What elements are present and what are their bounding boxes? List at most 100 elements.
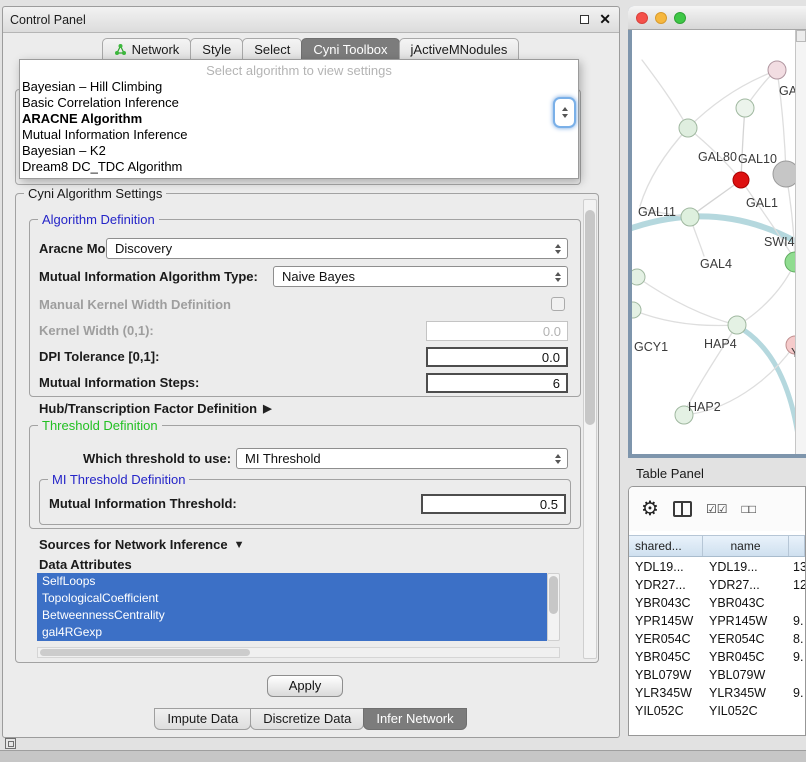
data-attributes-list: SelfLoopsTopologicalCoefficientBetweenne…: [37, 573, 547, 641]
data-attributes-label: Data Attributes: [39, 555, 132, 575]
collapsed-arrow-icon: ▶: [263, 402, 271, 415]
table-row[interactable]: YBR043CYBR043C: [629, 594, 805, 612]
algorithm-option[interactable]: Bayesian – K2: [20, 143, 578, 159]
network-icon: [114, 43, 127, 56]
attributes-scrollbar[interactable]: [547, 573, 560, 641]
mi-type-select[interactable]: Naive Bayes: [273, 266, 568, 287]
apply-button[interactable]: Apply: [267, 675, 343, 697]
network-scrollbar[interactable]: [795, 30, 806, 454]
settings-scrollbar-thumb[interactable]: [585, 210, 595, 425]
table-cell: YLR345W: [629, 686, 703, 700]
network-node[interactable]: [728, 316, 746, 334]
hub-section-toggle[interactable]: Hub/Transcription Factor Definition ▶: [39, 401, 272, 416]
table-cell: YDR27...: [703, 578, 789, 592]
network-canvas[interactable]: GALGAL80GAL10GAL11GAL1SWI4GAL4GCY1HAP4YH…: [632, 30, 795, 454]
table-cell: YDR27...: [629, 578, 703, 592]
tab-jactivemnodules[interactable]: jActiveMNodules: [399, 38, 520, 61]
cyni-settings-group-title: Cyni Algorithm Settings: [24, 186, 166, 201]
traffic-light-minimize-icon[interactable]: [655, 12, 667, 24]
network-node[interactable]: [632, 302, 641, 318]
table-cell: 9.: [789, 650, 805, 664]
tab-style[interactable]: Style: [190, 38, 243, 61]
tab-select[interactable]: Select: [242, 38, 302, 61]
network-node[interactable]: [785, 252, 795, 272]
table-cell: YIL052C: [703, 704, 789, 718]
unchecked-pair-icon[interactable]: □□: [741, 502, 756, 516]
network-node[interactable]: [632, 269, 645, 285]
dpi-tolerance-label: DPI Tolerance [0,1]:: [39, 347, 159, 367]
tab-cyni-toolbox[interactable]: Cyni Toolbox: [301, 38, 399, 61]
algorithm-option[interactable]: Mutual Information Inference: [20, 127, 578, 143]
bottom-tab-discretize-label: Discretize Data: [263, 711, 351, 726]
table-row[interactable]: YDL19...YDL19...13: [629, 558, 805, 576]
dpi-tolerance-input[interactable]: 0.0: [426, 347, 568, 367]
table-cell: YDL19...: [629, 560, 703, 574]
network-node[interactable]: [681, 208, 699, 226]
close-icon[interactable]: ✕: [599, 11, 611, 28]
attribute-item[interactable]: TopologicalCoefficient: [37, 590, 547, 607]
table-row[interactable]: YPR145WYPR145W9.: [629, 612, 805, 630]
table-row[interactable]: YDR27...YDR27...12: [629, 576, 805, 594]
gear-icon[interactable]: ⚙: [641, 499, 659, 519]
which-threshold-value: MI Threshold: [245, 451, 321, 466]
network-node[interactable]: [736, 99, 754, 117]
network-node-label: GAL1: [746, 196, 778, 210]
network-edge: [642, 60, 688, 128]
algorithm-dropdown-placeholder: Select algorithm to view settings: [20, 62, 578, 79]
mi-steps-input[interactable]: 6: [426, 373, 568, 393]
network-canvas-area[interactable]: GALGAL80GAL10GAL11GAL1SWI4GAL4GCY1HAP4YH…: [632, 30, 806, 454]
table-row[interactable]: YLR345WYLR345W9.: [629, 684, 805, 702]
attributes-scrollbar-thumb[interactable]: [549, 576, 558, 614]
network-scrollbar-button[interactable]: [796, 30, 806, 42]
tab-network[interactable]: Network: [102, 38, 192, 61]
attributes-hscrollbar-thumb[interactable]: [40, 649, 250, 656]
manual-kernel-checkbox[interactable]: [551, 297, 565, 311]
table-row[interactable]: YBL079WYBL079W: [629, 666, 805, 684]
table-row[interactable]: YIL052CYIL052C: [629, 702, 805, 720]
algorithm-option[interactable]: Bayesian – Hill Climbing: [20, 79, 578, 95]
sources-toggle[interactable]: Sources for Network Inference ▼: [39, 537, 244, 552]
network-node[interactable]: [733, 172, 749, 188]
which-threshold-select[interactable]: MI Threshold: [236, 448, 568, 469]
columns-icon[interactable]: [673, 501, 692, 517]
attributes-hscrollbar[interactable]: [37, 647, 560, 658]
attribute-item[interactable]: gal4RGexp: [37, 624, 547, 641]
focused-spinner-button[interactable]: [553, 97, 576, 128]
aracne-mode-select[interactable]: Discovery: [106, 238, 568, 259]
control-panel-titlebar: Control Panel ✕: [3, 7, 619, 33]
network-node[interactable]: [768, 61, 786, 79]
dock-panel-icon[interactable]: [5, 738, 16, 749]
bottom-tab-infer-label: Infer Network: [376, 711, 453, 726]
mi-steps-value: 6: [553, 376, 560, 391]
network-edge: [741, 108, 745, 180]
tab-network-label: Network: [132, 39, 180, 60]
network-edge: [637, 277, 737, 325]
mi-threshold-input[interactable]: 0.5: [421, 494, 566, 514]
algorithm-option[interactable]: Dream8 DC_TDC Algorithm: [20, 159, 578, 175]
network-node-label: GAL11: [638, 205, 676, 219]
network-edge: [633, 310, 737, 326]
checked-pair-icon[interactable]: ☑☑: [706, 502, 728, 516]
kernel-width-input[interactable]: 0.0: [426, 321, 568, 341]
bottom-tab-discretize-data[interactable]: Discretize Data: [250, 708, 364, 730]
traffic-light-zoom-icon[interactable]: [674, 12, 686, 24]
float-window-icon[interactable]: [580, 15, 589, 24]
attribute-item[interactable]: BetweennessCentrality: [37, 607, 547, 624]
column-header-shared-name[interactable]: shared...: [629, 536, 703, 556]
kernel-width-label: Kernel Width (0,1):: [39, 321, 154, 341]
network-node[interactable]: [679, 119, 697, 137]
bottom-tab-infer-network[interactable]: Infer Network: [363, 708, 466, 730]
settings-scrollbar[interactable]: [583, 199, 597, 659]
mi-steps-label: Mutual Information Steps:: [39, 373, 199, 393]
column-header-cut[interactable]: [789, 536, 805, 556]
table-row[interactable]: YER054CYER054C8.: [629, 630, 805, 648]
algorithm-option[interactable]: ARACNE Algorithm: [20, 111, 578, 127]
column-header-name[interactable]: name: [703, 536, 789, 556]
algorithm-option[interactable]: Basic Correlation Inference: [20, 95, 578, 111]
table-cell: YBR045C: [629, 650, 703, 664]
bottom-tab-impute-data[interactable]: Impute Data: [154, 708, 251, 730]
attribute-item[interactable]: SelfLoops: [37, 573, 547, 590]
table-row[interactable]: YBR045CYBR045C9.: [629, 648, 805, 666]
table-cell: YLR345W: [703, 686, 789, 700]
traffic-light-close-icon[interactable]: [636, 12, 648, 24]
